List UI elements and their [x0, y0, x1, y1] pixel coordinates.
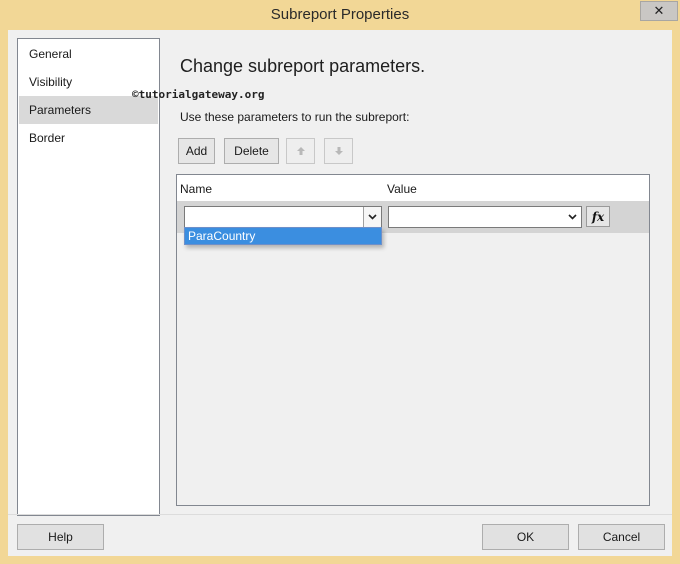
delete-button[interactable]: Delete [224, 138, 279, 164]
close-icon: ✕ [653, 3, 665, 18]
nav-item-border[interactable]: Border [19, 124, 158, 152]
chevron-down-icon[interactable] [564, 207, 581, 227]
fx-icon: fx [591, 209, 605, 224]
add-button[interactable]: Add [178, 138, 215, 164]
arrow-up-icon [296, 146, 306, 156]
watermark: ©tutorialgateway.org [132, 88, 265, 101]
window-title: Subreport Properties [270, 6, 410, 23]
nav-item-general[interactable]: General [19, 40, 158, 68]
page-nav-list: General Visibility Parameters Border [17, 38, 160, 516]
arrow-down-icon [334, 146, 344, 156]
column-header-name: Name [180, 182, 213, 196]
instruction-text: Use these parameters to run the subrepor… [180, 110, 410, 124]
close-button[interactable]: ✕ [640, 1, 678, 21]
grid-header: Name Value [177, 175, 649, 201]
move-up-button[interactable] [286, 138, 315, 164]
expression-button[interactable]: fx [586, 206, 610, 227]
dropdown-option[interactable]: ParaCountry [185, 228, 381, 244]
move-down-button[interactable] [324, 138, 353, 164]
value-combobox[interactable] [388, 206, 582, 228]
title-bar: Subreport Properties ✕ [0, 0, 680, 30]
parameters-grid: Name Value fx ParaCountry [176, 174, 650, 506]
ok-button[interactable]: OK [482, 524, 569, 550]
column-header-value: Value [387, 182, 417, 196]
name-combobox[interactable] [184, 206, 382, 228]
page-title: Change subreport parameters. [180, 56, 426, 76]
help-button[interactable]: Help [17, 524, 104, 550]
cancel-button[interactable]: Cancel [578, 524, 665, 550]
dialog-body: General Visibility Parameters Border Cha… [8, 30, 672, 556]
name-dropdown-list: ParaCountry [184, 227, 382, 245]
divider [8, 514, 672, 515]
chevron-down-icon[interactable] [363, 207, 381, 227]
